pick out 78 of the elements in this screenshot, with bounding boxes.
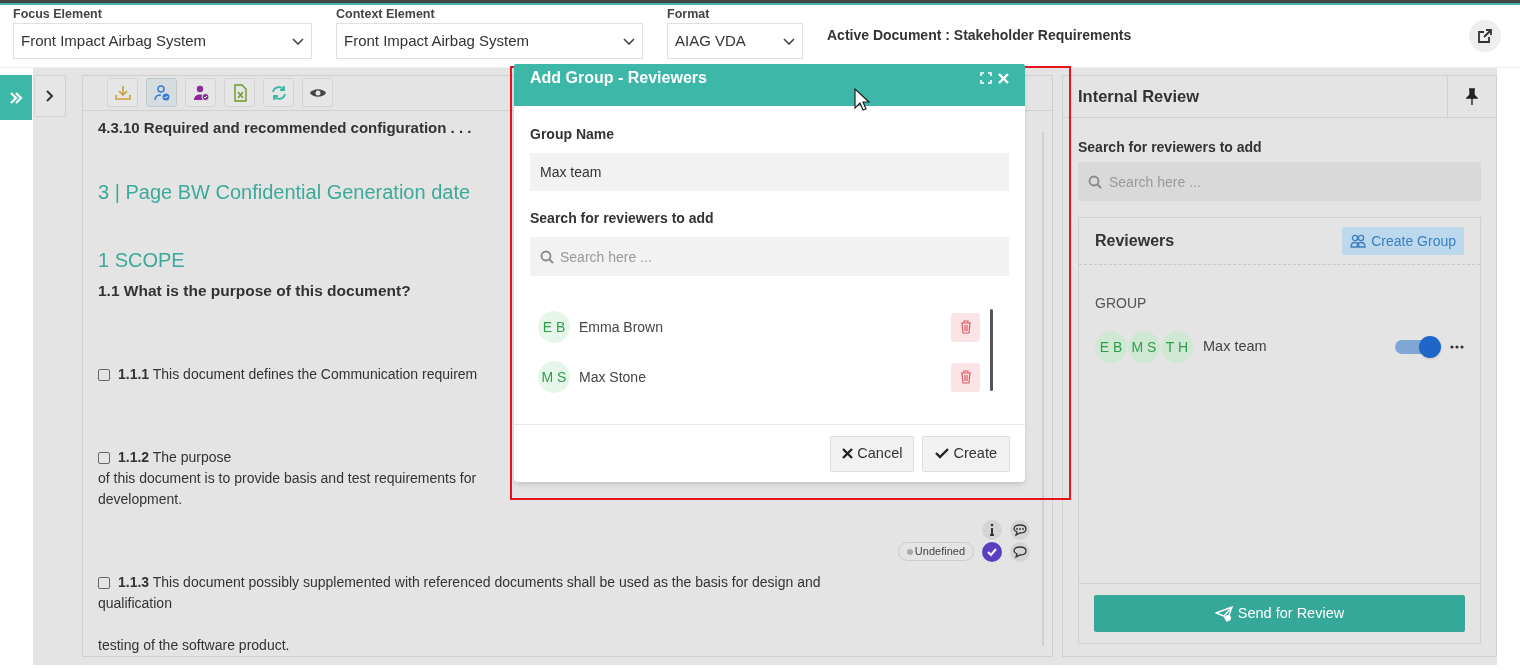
checkbox[interactable] [98, 368, 110, 381]
avatar: M S [538, 361, 570, 393]
dropdown[interactable]: AIAG VDA [667, 23, 803, 59]
delete-button[interactable] [951, 362, 980, 392]
toolbar-button[interactable] [146, 78, 177, 108]
field-label: Search for reviewers to add [1078, 138, 1262, 157]
chevron-down-icon [623, 37, 635, 45]
member-name: Max Stone [579, 367, 647, 387]
comment-icon [1010, 542, 1030, 562]
field-label: Focus Element [13, 6, 103, 23]
requirement-text: 1.1.2 The purpose [118, 448, 232, 467]
download-icon [113, 83, 132, 102]
dropdown[interactable]: Front Impact Airbag System [13, 23, 312, 59]
requirement-text: 1.1.1 This document defines the Communication requirem [118, 365, 478, 384]
field-label: Group Name [530, 125, 614, 144]
section-heading: 1 SCOPE [98, 247, 185, 273]
requirement-text: 1.1.3 This document possibly supplemented with referenced documents shall be used as the basis for design and [118, 573, 821, 592]
checkbox[interactable] [98, 576, 110, 589]
avatar: M S [1128, 331, 1160, 363]
close-icon [998, 72, 1009, 84]
info-icon [982, 520, 1002, 540]
user-badge-icon [191, 83, 210, 102]
active-document-label: Active Document : Stakeholder Requirements [827, 26, 1133, 45]
document-text: 4.3.10 Required and recommended configuration . . . [98, 118, 472, 137]
requirement-text: of this document is to provide basis and test requirements for [98, 469, 477, 488]
field-label: Format [667, 6, 711, 23]
delete-button[interactable] [951, 312, 980, 342]
search-icon [1088, 175, 1102, 189]
users-icon [1350, 234, 1367, 248]
maximize-button[interactable] [980, 72, 992, 84]
card-title: Reviewers [1095, 231, 1175, 251]
toolbar-button[interactable] [302, 78, 333, 108]
dropdown[interactable]: Front Impact Airbag System [336, 23, 643, 59]
external-link-icon [1477, 28, 1493, 44]
pin-icon [1466, 87, 1478, 106]
collapse-button[interactable] [34, 75, 66, 117]
document-text: testing of the software product. [98, 636, 290, 655]
field-label: Search for reviewers to add [530, 209, 714, 228]
double-chevron-icon [9, 91, 23, 104]
maximize-icon [980, 72, 992, 84]
checkbox[interactable] [98, 451, 110, 464]
close-button[interactable] [998, 72, 1009, 84]
group-name-field[interactable]: Max team [530, 153, 1009, 191]
chevron-down-icon [292, 37, 304, 45]
trash-icon [959, 370, 972, 384]
panel-title: Internal Review [1077, 86, 1201, 108]
refresh-icon [269, 83, 288, 102]
question-heading: 1.1 What is the purpose of this document? [98, 280, 411, 301]
dialog-title: Add Group - Reviewers [530, 68, 707, 88]
trash-icon [959, 320, 972, 334]
avatar: E B [538, 311, 570, 343]
member-name: Emma Brown [579, 317, 665, 337]
x-icon [842, 448, 854, 459]
chevron-right-icon [46, 90, 54, 102]
create-button[interactable]: Create [922, 435, 1010, 472]
toolbar-button[interactable] [185, 78, 216, 108]
mouse-cursor-icon [854, 88, 870, 112]
requirement-text: qualification [98, 594, 172, 613]
search-icon [540, 250, 554, 264]
section-heading: 3 | Page BW Confidential Generation date [98, 179, 471, 205]
search-field[interactable]: Search here ... [530, 237, 1009, 276]
cancel-button[interactable]: Cancel [830, 435, 915, 472]
checkmark-icon [935, 448, 950, 459]
dot-icon [906, 548, 913, 555]
group-heading: GROUP [1095, 294, 1147, 313]
group-name: Max team [1203, 337, 1268, 357]
field-label: Context Element [336, 6, 436, 23]
comment-dots-icon [1010, 520, 1030, 540]
avatar: T H [1161, 331, 1193, 363]
more-icon [1450, 345, 1464, 349]
external-link-button[interactable] [1469, 20, 1501, 52]
requirement-text: development. [98, 490, 183, 509]
paper-plane-icon [1214, 605, 1233, 622]
user-check-icon [152, 83, 171, 102]
search-field[interactable]: Search here ... [1078, 162, 1481, 201]
toggle-switch[interactable] [1395, 336, 1441, 358]
avatar: E B [1095, 331, 1127, 363]
chevron-down-icon [783, 37, 795, 45]
